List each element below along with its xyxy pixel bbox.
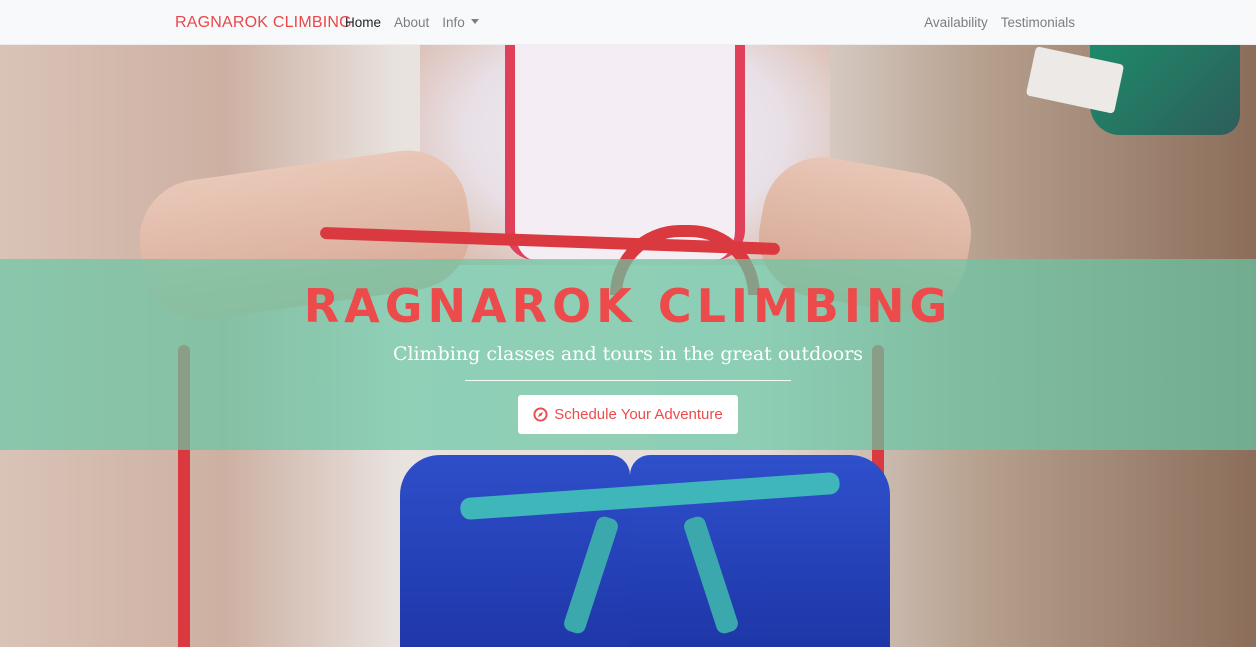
nav-info-label: Info	[442, 15, 465, 30]
compass-icon	[533, 407, 548, 422]
nav-testimonials-link[interactable]: Testimonials	[1001, 15, 1075, 30]
brand-link[interactable]: RAGNAROK CLIMBING	[175, 0, 352, 45]
nav-info-dropdown[interactable]: Info	[442, 15, 479, 30]
nav-home-link[interactable]: Home	[345, 15, 381, 30]
hero-divider	[465, 380, 791, 381]
nav-availability-link[interactable]: Availability	[924, 15, 988, 30]
hero-subtitle: Climbing classes and tours in the great …	[392, 343, 864, 365]
caret-down-icon	[470, 19, 479, 24]
nav-about-link[interactable]: About	[394, 15, 429, 30]
hero-title: RAGNAROK CLIMBING	[303, 279, 953, 333]
nav-left-group: Home About Info	[345, 0, 492, 45]
nav-right-group: Availability Testimonials	[924, 0, 1075, 45]
schedule-adventure-button[interactable]: Schedule Your Adventure	[518, 395, 738, 434]
schedule-adventure-label: Schedule Your Adventure	[554, 406, 723, 423]
navbar: RAGNAROK CLIMBING Home About Info Availa…	[0, 0, 1256, 45]
